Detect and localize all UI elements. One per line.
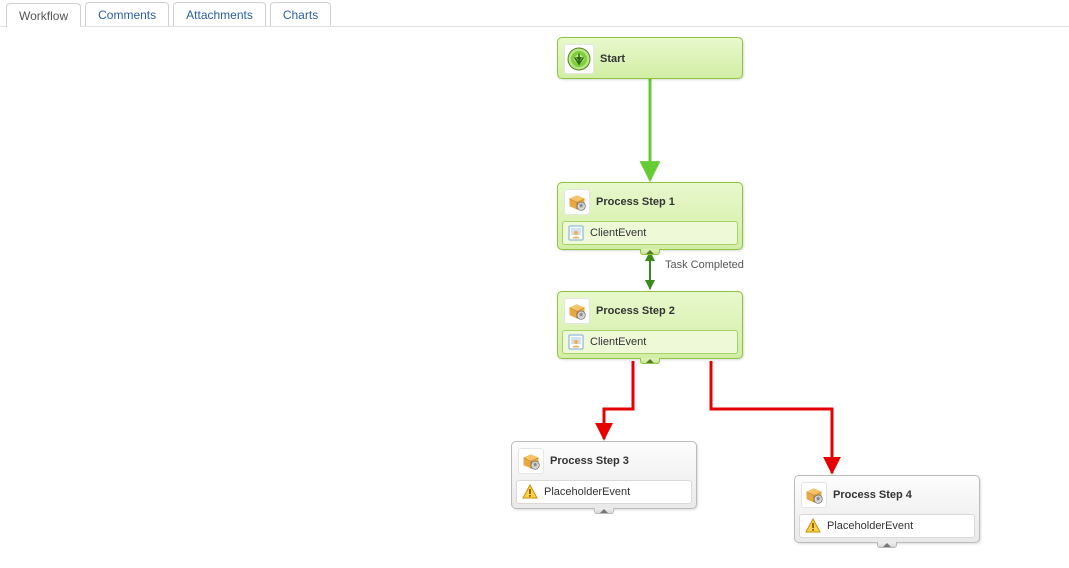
- placeholder-event-icon: [522, 484, 538, 500]
- expand-handle[interactable]: [640, 249, 660, 255]
- node-step2-event-label: ClientEvent: [590, 336, 646, 348]
- node-step3-title: Process Step 3: [550, 455, 690, 467]
- node-step1-title: Process Step 1: [596, 196, 736, 208]
- activity-icon: [564, 189, 590, 215]
- start-icon: [564, 44, 594, 74]
- node-step1-event-label: ClientEvent: [590, 227, 646, 239]
- activity-icon: [518, 448, 544, 474]
- placeholder-event-icon: [805, 518, 821, 534]
- tab-bar: Workflow Comments Attachments Charts: [0, 0, 1069, 27]
- node-step3-event[interactable]: PlaceholderEvent: [516, 480, 692, 504]
- activity-icon: [801, 482, 827, 508]
- tab-charts[interactable]: Charts: [270, 2, 331, 26]
- client-event-icon: [568, 334, 584, 350]
- expand-handle[interactable]: [640, 358, 660, 364]
- node-step2-title: Process Step 2: [596, 305, 736, 317]
- tab-comments[interactable]: Comments: [85, 2, 169, 26]
- node-step1[interactable]: Process Step 1 ClientEvent: [557, 182, 743, 250]
- node-start-title: Start: [600, 53, 736, 65]
- node-step3[interactable]: Process Step 3 PlaceholderEvent: [511, 441, 697, 509]
- node-step4-event[interactable]: PlaceholderEvent: [799, 514, 975, 538]
- expand-handle[interactable]: [594, 508, 614, 514]
- client-event-icon: [568, 225, 584, 241]
- tab-attachments[interactable]: Attachments: [173, 2, 266, 26]
- workflow-canvas[interactable]: Start Process Step 1: [0, 27, 1069, 568]
- node-step1-event[interactable]: ClientEvent: [562, 221, 738, 245]
- edge-label-task-completed: Task Completed: [665, 259, 744, 271]
- node-step2-event[interactable]: ClientEvent: [562, 330, 738, 354]
- node-step4-title: Process Step 4: [833, 489, 973, 501]
- node-start[interactable]: Start: [557, 37, 743, 79]
- node-step4[interactable]: Process Step 4 PlaceholderEvent: [794, 475, 980, 543]
- expand-handle[interactable]: [877, 542, 897, 548]
- node-step2[interactable]: Process Step 2 ClientEvent: [557, 291, 743, 359]
- node-step3-event-label: PlaceholderEvent: [544, 486, 630, 498]
- node-step4-event-label: PlaceholderEvent: [827, 520, 913, 532]
- tab-workflow[interactable]: Workflow: [6, 3, 81, 27]
- activity-icon: [564, 298, 590, 324]
